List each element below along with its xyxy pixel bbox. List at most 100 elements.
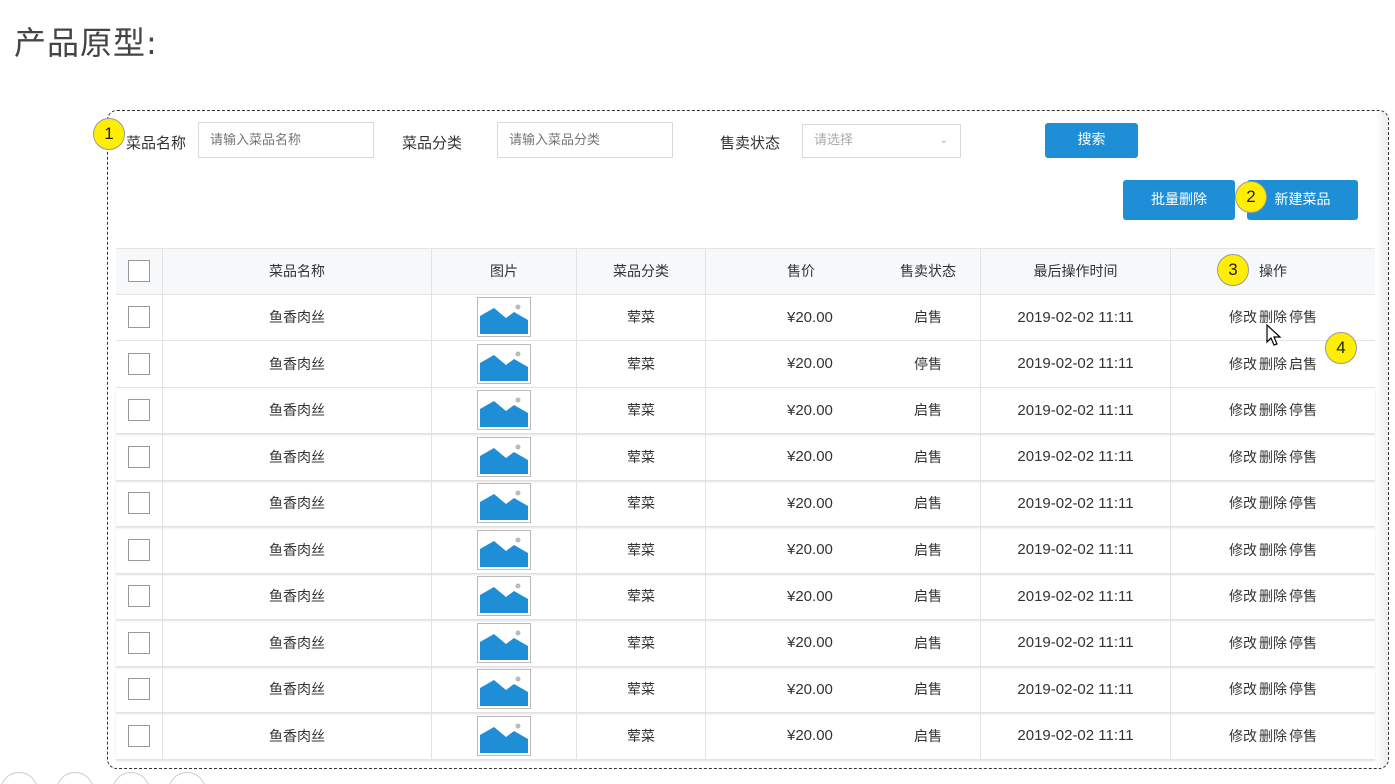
sale-status-label: 售卖状态 [720, 134, 781, 152]
edit-link[interactable]: 修改 [1229, 633, 1257, 653]
delete-link[interactable]: 删除 [1259, 493, 1287, 513]
toggle-sale-link[interactable]: 停售 [1289, 679, 1317, 699]
table-row: 鱼香肉丝 荤菜 ¥20.00 停售 2019-02-02 11:11 修改 删除 启售 [116, 341, 1375, 388]
delete-link[interactable]: 删除 [1259, 586, 1287, 606]
dish-image-cell [432, 387, 577, 433]
edit-link[interactable]: 修改 [1229, 400, 1257, 420]
header-ops: 操作 [1259, 264, 1287, 281]
dish-status-cell: 启售 [876, 713, 981, 759]
edit-link[interactable]: 修改 [1229, 493, 1257, 513]
dish-status-cell: 启售 [876, 294, 981, 340]
row-checkbox[interactable] [128, 445, 150, 468]
dish-status-cell: 启售 [876, 620, 981, 666]
toggle-sale-link[interactable]: 停售 [1289, 540, 1317, 560]
dish-category-cell: 荤菜 [577, 620, 706, 666]
delete-link[interactable]: 删除 [1259, 679, 1287, 699]
dish-name-cell: 鱼香肉丝 [163, 387, 432, 433]
toolbar-button[interactable] [168, 772, 206, 784]
delete-link[interactable]: 删除 [1259, 633, 1287, 653]
dish-image[interactable] [477, 297, 531, 338]
dish-image[interactable] [477, 436, 531, 477]
updated-time-cell: 2019-02-02 11:11 [981, 434, 1171, 480]
ops-cell: 修改 删除 停售 [1171, 434, 1375, 480]
row-checkbox[interactable] [128, 399, 150, 422]
dish-image[interactable] [477, 576, 531, 617]
delete-link[interactable]: 删除 [1259, 540, 1287, 560]
table-body: 鱼香肉丝 荤菜 ¥20.00 启售 2019-02-02 11:11 修改 删除 停售 鱼香肉丝… [116, 294, 1375, 760]
toolbar-button[interactable] [56, 772, 94, 784]
dish-name-input[interactable] [198, 122, 374, 158]
delete-link[interactable]: 删除 [1259, 447, 1287, 467]
dish-status-cell: 启售 [876, 527, 981, 573]
dish-category-label: 菜品分类 [402, 134, 463, 152]
delete-link[interactable]: 删除 [1259, 354, 1287, 374]
chevron-down-icon: ⌄ [939, 135, 948, 146]
edit-link[interactable]: 修改 [1229, 726, 1257, 746]
dish-image[interactable] [477, 343, 531, 384]
row-checkbox[interactable] [128, 306, 150, 329]
ops-cell: 修改 删除 停售 [1171, 620, 1375, 666]
image-placeholder-icon [480, 672, 528, 707]
row-checkbox[interactable] [128, 678, 150, 701]
toggle-sale-link[interactable]: 停售 [1289, 307, 1317, 327]
row-select-cell [116, 294, 163, 340]
dish-image[interactable] [477, 669, 531, 710]
row-checkbox[interactable] [128, 631, 150, 654]
table-row: 鱼香肉丝 荤菜 ¥20.00 启售 2019-02-02 11:11 修改 删除 停售 [116, 480, 1375, 527]
toggle-sale-link[interactable]: 启售 [1289, 354, 1317, 374]
toolbar-button[interactable] [0, 772, 38, 784]
row-checkbox[interactable] [128, 538, 150, 561]
delete-link[interactable]: 删除 [1259, 726, 1287, 746]
edit-link[interactable]: 修改 [1229, 586, 1257, 606]
dish-status-cell: 启售 [876, 480, 981, 526]
dish-image-cell [432, 713, 577, 759]
row-select-cell [116, 573, 163, 619]
annotation-marker-3: 3 [1217, 254, 1249, 286]
header-select-all-cell [116, 249, 163, 294]
toggle-sale-link[interactable]: 停售 [1289, 447, 1317, 467]
dish-status-cell: 停售 [876, 341, 981, 387]
toggle-sale-link[interactable]: 停售 [1289, 586, 1317, 606]
dish-image[interactable] [477, 622, 531, 663]
toolbar-button[interactable] [112, 772, 150, 784]
edit-link[interactable]: 修改 [1229, 354, 1257, 374]
dish-image-cell [432, 620, 577, 666]
edit-link[interactable]: 修改 [1229, 307, 1257, 327]
row-checkbox[interactable] [128, 352, 150, 375]
toggle-sale-link[interactable]: 停售 [1289, 493, 1317, 513]
delete-link[interactable]: 删除 [1259, 400, 1287, 420]
row-checkbox[interactable] [128, 492, 150, 515]
table-row: 鱼香肉丝 荤菜 ¥20.00 启售 2019-02-02 11:11 修改 删除 停售 [116, 620, 1375, 667]
dish-name-cell: 鱼香肉丝 [163, 480, 432, 526]
dish-name-cell: 鱼香肉丝 [163, 573, 432, 619]
sale-status-placeholder: 请选择 [814, 133, 854, 148]
mouse-cursor-icon [1266, 324, 1282, 346]
dish-image[interactable] [477, 529, 531, 570]
row-checkbox[interactable] [128, 724, 150, 747]
image-placeholder-icon [480, 532, 528, 567]
search-button[interactable]: 搜索 [1045, 123, 1138, 158]
dish-name-cell: 鱼香肉丝 [163, 527, 432, 573]
ops-cell: 修改 删除 停售 [1171, 667, 1375, 713]
sale-status-select[interactable]: 请选择 ⌄ [802, 124, 961, 158]
edit-link[interactable]: 修改 [1229, 540, 1257, 560]
row-checkbox[interactable] [128, 585, 150, 608]
select-all-checkbox[interactable] [128, 260, 150, 283]
edit-link[interactable]: 修改 [1229, 447, 1257, 467]
table-header: 菜品名称 图片 菜品分类 售价 售卖状态 最后操作时间 操作 [116, 248, 1375, 295]
updated-time-cell: 2019-02-02 11:11 [981, 620, 1171, 666]
dish-image[interactable] [477, 390, 531, 431]
dish-category-input[interactable] [497, 122, 673, 158]
updated-time-cell: 2019-02-02 11:11 [981, 713, 1171, 759]
edit-link[interactable]: 修改 [1229, 679, 1257, 699]
dish-image[interactable] [477, 715, 531, 756]
dish-category-cell: 荤菜 [577, 573, 706, 619]
dish-image-cell [432, 527, 577, 573]
toggle-sale-link[interactable]: 停售 [1289, 633, 1317, 653]
dish-image[interactable] [477, 483, 531, 524]
batch-delete-button[interactable]: 批量删除 [1123, 180, 1235, 220]
image-placeholder-icon [480, 579, 528, 614]
toggle-sale-link[interactable]: 停售 [1289, 400, 1317, 420]
dish-table: 菜品名称 图片 菜品分类 售价 售卖状态 最后操作时间 操作 鱼香肉丝 荤菜 ¥20… [116, 248, 1375, 760]
toggle-sale-link[interactable]: 停售 [1289, 726, 1317, 746]
